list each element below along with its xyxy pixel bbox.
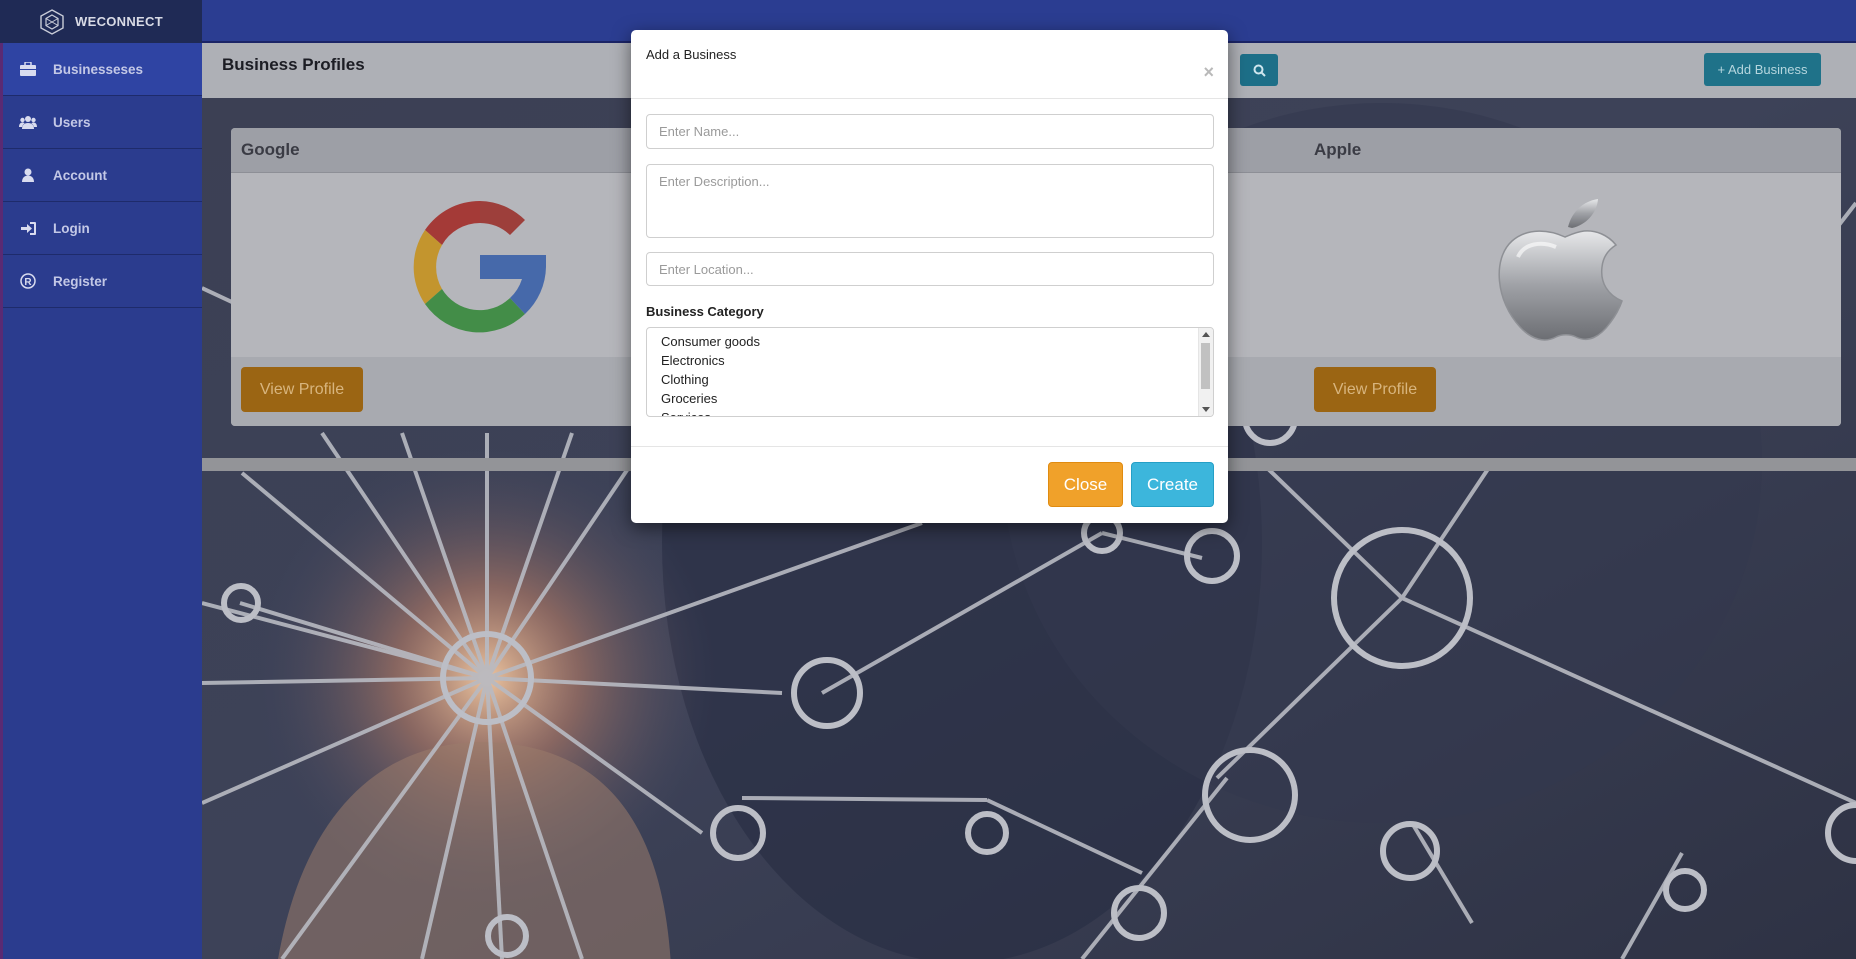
search-button[interactable] [1240,54,1278,86]
page-title: Business Profiles [222,55,365,74]
business-card-apple: Apple View Profile [1304,128,1841,426]
users-icon [3,115,53,129]
apple-logo [1498,199,1623,341]
search-icon [1253,64,1266,77]
google-logo [413,200,546,333]
create-button[interactable]: Create [1131,462,1214,507]
modal-close-icon[interactable]: × [1203,63,1214,81]
sidebar-item-register[interactable]: R Register [3,255,202,308]
business-name-input[interactable] [646,114,1214,149]
view-profile-button[interactable]: View Profile [241,367,363,412]
category-option[interactable]: Electronics [647,351,1213,370]
sidebar-item-login[interactable]: Login [3,202,202,255]
modal-title: Add a Business [646,47,737,62]
business-category-select[interactable]: Consumer goods Electronics Clothing Groc… [646,327,1214,417]
modal-header: Add a Business × [631,30,1228,99]
sidebar-item-label: Register [53,273,108,289]
modal-footer: Close Create [631,446,1228,524]
sidebar-item-label: Account [53,167,107,183]
card-footer: View Profile [1304,357,1841,426]
hexagon-logo-icon [40,8,64,35]
sidebar-item-label: Users [53,114,91,130]
sidebar: Businesseses Users Account Login R Regis… [0,43,202,959]
category-option[interactable]: Groceries [647,389,1213,408]
scroll-down-arrow-icon[interactable] [1202,407,1210,412]
card-logo-area [1304,173,1841,357]
view-profile-button[interactable]: View Profile [1314,367,1436,412]
brand-name: WECONNECT [75,14,163,29]
svg-text:R: R [24,277,32,288]
business-location-input[interactable] [646,252,1214,286]
card-title: Apple [1304,128,1841,173]
sign-in-icon [3,221,53,235]
sidebar-item-account[interactable]: Account [3,149,202,202]
category-option[interactable]: Services [647,408,1213,416]
sidebar-item-businesses[interactable]: Businesseses [3,43,202,96]
brand[interactable]: WECONNECT [0,0,202,43]
scroll-thumb[interactable] [1201,343,1210,389]
category-option[interactable]: Consumer goods [647,332,1213,351]
add-business-modal: Add a Business × Business Category Consu… [631,30,1228,523]
sidebar-item-label: Login [53,220,90,236]
user-icon [3,168,53,182]
close-button[interactable]: Close [1048,462,1123,507]
sidebar-item-label: Businesseses [53,61,144,77]
scroll-up-arrow-icon[interactable] [1202,332,1210,337]
category-option[interactable]: Clothing [647,370,1213,389]
registered-icon: R [3,273,53,289]
business-description-input[interactable] [646,164,1214,238]
sidebar-item-users[interactable]: Users [3,96,202,149]
add-business-button[interactable]: + Add Business [1704,53,1821,86]
business-category-label: Business Category [646,304,764,319]
category-scrollbar[interactable] [1198,328,1213,416]
briefcase-icon [3,62,53,76]
